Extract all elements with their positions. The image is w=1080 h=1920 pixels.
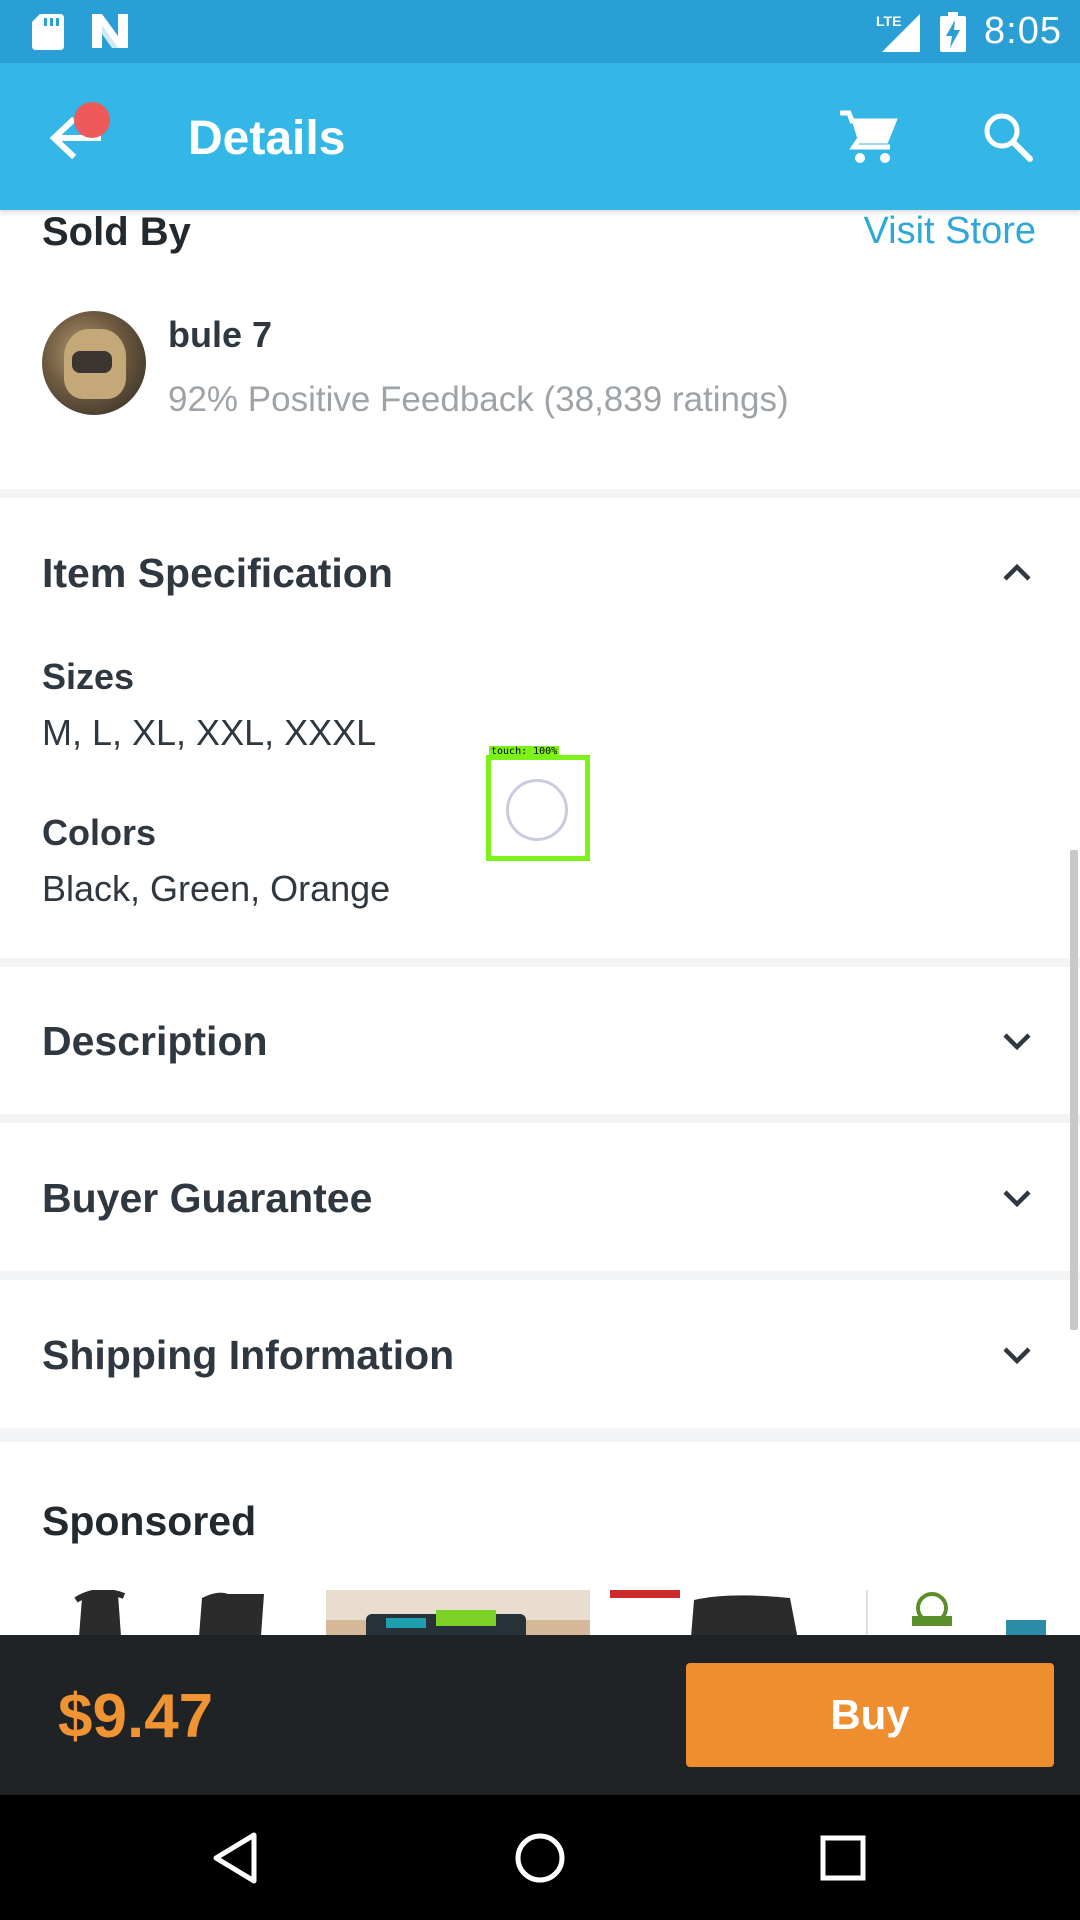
sponsored-title: Sponsored — [42, 1498, 257, 1544]
sizes-value: M, L, XL, XXL, XXXL — [42, 712, 377, 753]
system-nav-bar — [0, 1795, 1080, 1920]
touch-indicator-circle — [506, 779, 568, 841]
lte-signal-icon: LTE — [876, 13, 920, 52]
chevron-down-icon[interactable] — [994, 1332, 1040, 1378]
nav-back-icon[interactable] — [200, 1823, 270, 1893]
buy-button[interactable]: Buy — [686, 1663, 1054, 1767]
divider — [0, 1428, 1080, 1442]
divider — [0, 958, 1080, 967]
status-bar: LTE 8:05 — [0, 0, 1080, 63]
seller-avatar[interactable] — [42, 311, 146, 415]
visit-store-link[interactable]: Visit Store — [864, 210, 1036, 253]
sponsored-product-image[interactable] — [610, 1590, 860, 1635]
bottom-purchase-bar: $9.47 Buy — [0, 1635, 1080, 1795]
cart-icon[interactable] — [838, 107, 898, 167]
n-logo-icon — [92, 14, 128, 48]
nav-home-icon[interactable] — [505, 1823, 575, 1893]
price: $9.47 — [58, 1682, 214, 1751]
search-icon[interactable] — [978, 107, 1038, 167]
divider — [0, 489, 1080, 498]
notification-badge — [74, 102, 110, 138]
sd-card-icon — [32, 14, 64, 50]
svg-text:LTE: LTE — [876, 13, 901, 29]
shipping-info-title[interactable]: Shipping Information — [42, 1332, 454, 1379]
divider — [0, 1114, 1080, 1123]
seller-feedback: 92% Positive Feedback (38,839 ratings) — [168, 380, 789, 419]
buyer-guarantee-title[interactable]: Buyer Guarantee — [42, 1175, 372, 1222]
battery-charging-icon — [940, 12, 966, 52]
divider — [0, 1271, 1080, 1280]
nav-recents-icon[interactable] — [808, 1823, 878, 1893]
chevron-down-icon[interactable] — [994, 1018, 1040, 1064]
sizes-label: Sizes — [42, 656, 135, 697]
colors-value: Black, Green, Orange — [42, 868, 391, 909]
description-title[interactable]: Description — [42, 1018, 268, 1065]
page-title: Details — [188, 112, 346, 165]
details-content[interactable]: Sold By Visit Store bule 7 92% Positive … — [0, 210, 1080, 1635]
app-bar: Details — [0, 63, 1080, 210]
chevron-up-icon[interactable] — [994, 550, 1040, 596]
sold-by-label: Sold By — [42, 210, 191, 254]
sponsored-product-image[interactable] — [866, 1590, 1080, 1635]
sponsored-product-image[interactable] — [326, 1590, 590, 1635]
chevron-down-icon[interactable] — [994, 1175, 1040, 1221]
item-spec-title[interactable]: Item Specification — [42, 550, 393, 597]
clock: 8:05 — [984, 10, 1062, 52]
glove-knuckle — [72, 351, 112, 373]
colors-label: Colors — [42, 812, 157, 853]
seller-name[interactable]: bule 7 — [168, 314, 272, 356]
touch-indicator-label: touch: 100% — [489, 746, 560, 757]
sponsored-product-image[interactable] — [68, 1590, 268, 1635]
scrollbar[interactable] — [1070, 850, 1078, 1330]
sponsored-carousel[interactable] — [0, 1590, 1080, 1635]
